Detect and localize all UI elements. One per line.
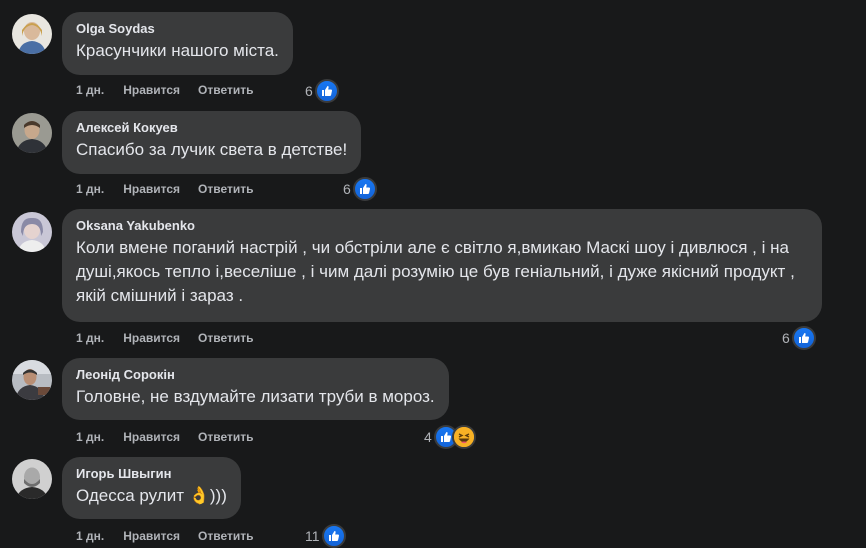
- like-link[interactable]: Нравится: [123, 430, 180, 444]
- like-link[interactable]: Нравится: [123, 83, 180, 97]
- comment-author[interactable]: Леонід Сорокін: [76, 366, 435, 384]
- comment-bubble: Olga Soydas Красунчики нашого міста.: [62, 12, 293, 75]
- like-link[interactable]: Нравится: [123, 182, 180, 196]
- comment-time[interactable]: 1 дн.: [76, 83, 104, 97]
- comment-text: Спасибо за лучик света в детстве!: [76, 140, 348, 159]
- comment-actions: 1 дн. Нравится Ответить: [76, 430, 254, 444]
- comment-actions: 1 дн. Нравится Ответить: [76, 83, 254, 97]
- reaction-count: 11: [305, 528, 320, 544]
- comment-author[interactable]: Oksana Yakubenko: [76, 217, 808, 235]
- reaction-count: 4: [424, 429, 432, 445]
- reply-link[interactable]: Ответить: [198, 331, 253, 345]
- avatar[interactable]: [12, 459, 52, 499]
- comment-time[interactable]: 1 дн.: [76, 430, 104, 444]
- comment-text: Одесса рулит 👌))): [76, 486, 227, 505]
- reaction-summary[interactable]: 6: [782, 326, 816, 350]
- reply-link[interactable]: Ответить: [198, 182, 253, 196]
- haha-icon: [451, 425, 476, 449]
- reaction-count: 6: [343, 181, 351, 197]
- reply-link[interactable]: Ответить: [198, 430, 253, 444]
- comment-bubble: Oksana Yakubenko Коли вмене поганий наст…: [62, 209, 822, 322]
- like-icon: [321, 524, 346, 548]
- like-icon: [791, 326, 816, 350]
- comment-time[interactable]: 1 дн.: [76, 331, 104, 345]
- avatar[interactable]: [12, 360, 52, 400]
- comment-actions: 1 дн. Нравится Ответить: [76, 182, 254, 196]
- avatar[interactable]: [12, 212, 52, 252]
- reaction-count: 6: [782, 330, 790, 346]
- like-icon: [314, 79, 339, 103]
- reaction-summary[interactable]: 11: [305, 524, 346, 548]
- reaction-count: 6: [305, 83, 313, 99]
- comment-text: Головне, не вздумайте лизати труби в мор…: [76, 387, 435, 406]
- comment-bubble: Алексей Кокуев Спасибо за лучик света в …: [62, 111, 362, 174]
- like-link[interactable]: Нравится: [123, 331, 180, 345]
- like-link[interactable]: Нравится: [123, 529, 180, 543]
- comment-time[interactable]: 1 дн.: [76, 529, 104, 543]
- comment-text: Красунчики нашого міста.: [76, 41, 279, 60]
- comment-bubble: Игорь Швыгин Одесса рулит 👌))): [62, 457, 241, 519]
- comment-bubble: Леонід Сорокін Головне, не вздумайте лиз…: [62, 358, 449, 420]
- avatar[interactable]: [12, 14, 52, 54]
- comment-author[interactable]: Игорь Швыгин: [76, 465, 227, 483]
- comment-author[interactable]: Алексей Кокуев: [76, 119, 347, 137]
- reaction-summary[interactable]: 6: [343, 177, 377, 201]
- comment-text: Коли вмене поганий настрій , чи обстріли…: [76, 238, 795, 305]
- reply-link[interactable]: Ответить: [198, 83, 253, 97]
- comment-actions: 1 дн. Нравится Ответить: [76, 331, 254, 345]
- reaction-summary[interactable]: 6: [305, 79, 339, 103]
- reply-link[interactable]: Ответить: [198, 529, 253, 543]
- avatar[interactable]: [12, 113, 52, 153]
- reaction-summary[interactable]: 4: [424, 425, 476, 449]
- like-icon: [352, 177, 377, 201]
- comment-time[interactable]: 1 дн.: [76, 182, 104, 196]
- comment-author[interactable]: Olga Soydas: [76, 20, 279, 38]
- comment-actions: 1 дн. Нравится Ответить: [76, 529, 254, 543]
